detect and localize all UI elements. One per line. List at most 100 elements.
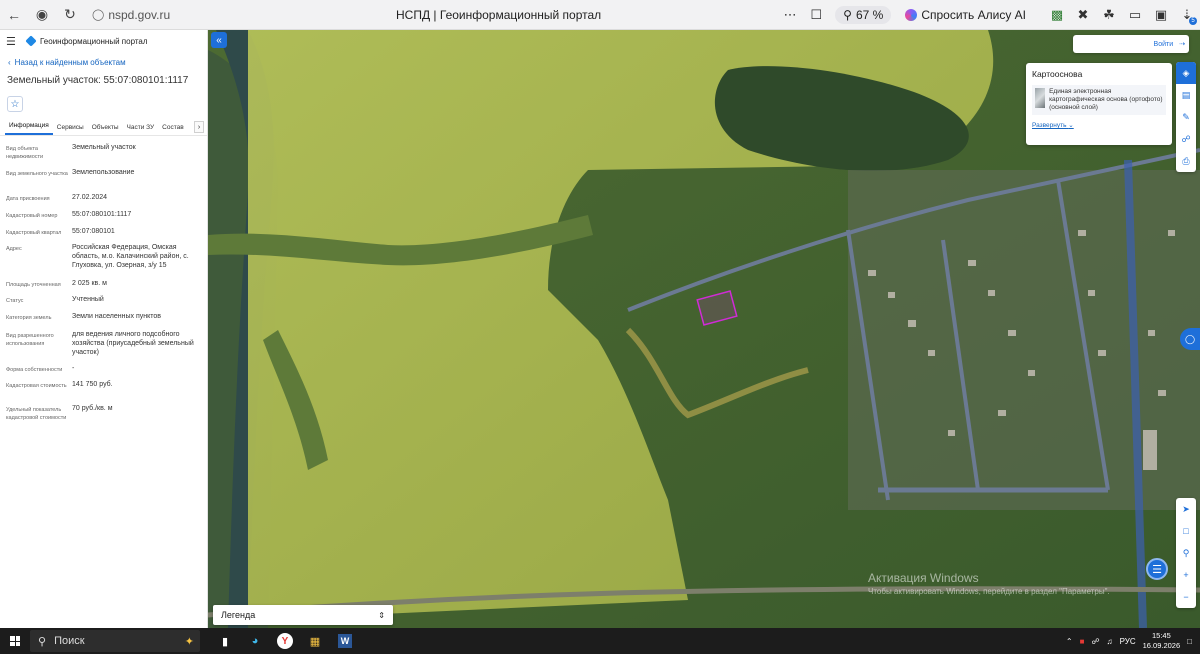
attr-value: Землепользование [72,169,135,176]
chevron-updown-icon: ⇕ [378,610,385,620]
expand-link[interactable]: Развернуть ⌄ [1032,121,1166,129]
portal-name[interactable]: Геоинформационный портал [40,37,148,46]
tab-objects[interactable]: Объекты [88,124,123,135]
word-icon[interactable]: W [330,628,360,654]
bookmark-icon[interactable]: ☐ [803,2,829,28]
address-bar[interactable]: ◯ nspd.gov.ru [92,4,170,26]
url-text[interactable]: nspd.gov.ru [108,8,170,22]
edge-icon[interactable]: ◕ [240,628,270,654]
basemap-layer-item[interactable]: Единая электронная картографическая осно… [1032,85,1166,115]
zoom-in-icon[interactable]: + [1176,564,1196,586]
list-item: Кадастровый квартал 55:07:080101 [6,226,201,242]
taskbar-search[interactable]: ⚲ Поиск ✦ [30,630,200,652]
alice-label: Спросить Алису AI [921,8,1026,22]
list-item: Удельный показатель кадастровой стоимост… [6,403,201,431]
attr-value: Земельный участок [72,144,136,151]
zoom-out-icon[interactable]: − [1176,586,1196,608]
notifications-icon[interactable]: □ [1187,637,1192,646]
screenshot-icon[interactable]: ▣ [1148,2,1174,28]
attr-value: Российская Федерация, Омская область, м.… [72,244,189,269]
browser-toolbar: ← ◉ ↻ ◯ nspd.gov.ru НСПД | Геоинформацио… [0,0,1200,30]
login-label: Войти [1153,40,1174,48]
extension-icon[interactable]: ▩ [1044,2,1070,28]
legend-label: Легенда [221,610,256,620]
chevron-up-icon[interactable]: ⌃ [1066,637,1073,646]
clock-time: 15:45 [1151,631,1171,640]
attribute-list: Вид объекта недвижимости Земельный участ… [0,136,207,431]
edit-icon[interactable]: ✎ [1176,106,1196,128]
alice-icon [905,9,918,21]
more-icon[interactable]: ⋯ [777,2,803,28]
zoom-button[interactable]: ⚲ 67 % [835,6,892,24]
info-tabs: Информация Сервисы Объекты Части ЗУ Сост… [0,120,207,136]
basemap-panel: Картооснова Единая электронная картограф… [1026,63,1172,145]
list-item: Вид земельного участка Землепользование [6,167,201,192]
yandex-browser-icon[interactable]: Y [270,628,300,654]
list-item: Кадастровая стоимость 141 750 руб. [6,379,201,403]
windows-taskbar: ⚲ Поиск ✦ ▮ ◕ Y ▦ W ⌃ ■ ☍ ♫ РУС 15:45 16… [0,628,1200,654]
language-indicator[interactable]: РУС [1120,637,1136,646]
attr-label: Категория земель [6,315,52,321]
back-link-label: Назад к найденным объектам [14,58,126,67]
expand-label: Развернуть [1032,122,1067,129]
collections-icon[interactable]: ▭ [1122,2,1148,28]
menu-icon[interactable]: ☰ [6,35,22,48]
refresh-icon[interactable]: ↻ [56,1,84,29]
favorite-star-icon[interactable]: ☆ [7,96,23,112]
map-view[interactable]: « Войти ⇢ Картооснова Единая электронная… [208,30,1200,628]
layers-icon[interactable]: ◈ [1176,62,1196,84]
start-button[interactable] [0,636,30,646]
print-icon[interactable]: ⎙ [1176,150,1196,172]
back-to-results-link[interactable]: ‹ Назад к найденным объектам [8,58,207,67]
collapse-panel-button[interactable]: « [211,32,227,48]
chat-icon[interactable]: ☰ [1146,558,1168,580]
map-mode-icon[interactable]: □ [1176,520,1196,542]
list-item: Кадастровый номер 55:07:080101:1117 [6,209,201,226]
clock[interactable]: 15:45 16.09.2026 [1143,631,1181,651]
tab-parts[interactable]: Части ЗУ [123,124,159,135]
list-item: Вид объекта недвижимости Земельный участ… [6,142,201,167]
map-tools-bottom: ➤ □ ⚲ + − [1176,498,1196,608]
basemap-title: Картооснова [1032,69,1083,79]
locate-icon[interactable]: ➤ [1176,498,1196,520]
download-icon[interactable]: ⇣ 5 [1174,2,1200,28]
share-icon[interactable]: ☍ [1176,128,1196,150]
windows-activation-watermark: Активация Windows Чтобы активировать Win… [868,571,1110,596]
download-badge: 5 [1189,17,1197,25]
tab-information[interactable]: Информация [5,122,53,135]
attr-value: Земли населенных пунктов [72,313,162,320]
tab-composition[interactable]: Состав [158,124,188,135]
file-explorer-icon[interactable]: ▦ [300,628,330,654]
pin-icon[interactable]: ⚲ [1176,542,1196,564]
attr-value[interactable]: 55:07:080101 [72,226,201,242]
attr-value: 141 750 руб. [72,381,113,388]
page-title: НСПД | Геоинформационный портал [396,8,602,22]
object-title: Земельный участок: 55:07:080101:1117 [7,75,189,86]
alice-button[interactable]: Спросить Алису AI [897,6,1034,24]
login-button[interactable]: Войти ⇢ [1073,35,1189,53]
attr-value[interactable]: 55:07:080101:1117 [72,209,201,226]
network-icon[interactable]: ☍ [1091,637,1099,646]
tray-app-icon[interactable]: ■ [1080,637,1085,646]
puzzle-icon[interactable]: ☘ [1096,2,1122,28]
attr-label: Кадастровый номер [6,213,58,219]
attr-value: 27.02.2024 [72,194,108,201]
panel-header: ☰ Геоинформационный портал [0,30,207,52]
back-arrow-icon[interactable]: ← [0,1,28,29]
ruler-icon[interactable]: ▤ [1176,84,1196,106]
attr-value: для ведения личного подсобного хозяйства… [72,331,194,356]
search-icon: ⚲ [38,635,47,648]
list-item: Площадь уточненная 2 025 кв. м [6,278,201,294]
legend-dropdown[interactable]: Легенда ⇕ [213,605,393,625]
task-view-icon[interactable]: ▮ [210,628,240,654]
cut-icon[interactable]: ✖ [1070,2,1096,28]
tab-services[interactable]: Сервисы [53,124,88,135]
attr-label: Кадастровая стоимость [6,383,67,389]
chevron-right-icon[interactable]: › [194,121,204,133]
list-item: Статус Учтенный [6,294,201,311]
yandex-shield-icon[interactable]: ◉ [28,1,56,29]
volume-icon[interactable]: ♫ [1107,637,1113,646]
assistant-tab-icon[interactable]: ◯ [1180,328,1200,350]
map-tools-top: ◈ ▤ ✎ ☍ ⎙ [1176,62,1196,172]
windows-logo-icon [10,636,20,646]
